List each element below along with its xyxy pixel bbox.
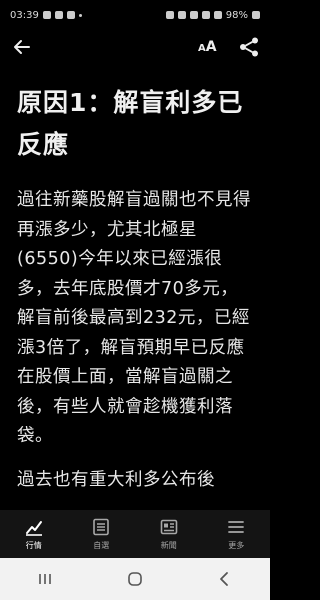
status-time: 03:39 xyxy=(10,9,39,21)
news-icon xyxy=(160,519,178,535)
font-size-button[interactable]: AA xyxy=(198,35,217,59)
chat-icon xyxy=(54,11,63,19)
signal-icon xyxy=(213,11,222,19)
nav-label: 更多 xyxy=(228,541,245,550)
nav-label: 行情 xyxy=(25,541,42,550)
home-icon[interactable] xyxy=(126,570,144,588)
status-left: 03:39 xyxy=(10,10,82,21)
section-title: 原因1：解盲利多已反應 xyxy=(17,88,244,159)
status-bar: 03:39 98% xyxy=(0,0,270,30)
battery-icon xyxy=(252,11,260,19)
nav-item-more[interactable]: 更多 xyxy=(203,510,271,558)
font-size-large-a: A xyxy=(205,39,217,55)
status-right: 98% xyxy=(165,9,260,21)
article-body: 原因1：解盲利多已反應 過往新藥股解盲過關也不見得再漲多少，尤其北極星(6550… xyxy=(0,64,270,510)
back-icon[interactable] xyxy=(216,570,234,588)
font-size-small-a: A xyxy=(198,43,206,54)
chart-icon xyxy=(25,521,42,536)
mute-icon xyxy=(177,11,186,19)
notification-icon xyxy=(42,11,51,19)
wifi-icon xyxy=(201,11,210,19)
facebook-icon xyxy=(66,11,75,19)
alarm-icon xyxy=(165,11,174,19)
more-notifications-icon xyxy=(78,13,82,17)
article-paragraph: 過去也有重大利多公布後 xyxy=(17,469,215,490)
nav-item-news[interactable]: 新聞 xyxy=(135,510,203,558)
nav-label: 新聞 xyxy=(160,541,177,550)
nav-item-market[interactable]: 行情 xyxy=(0,510,68,558)
nav-item-watchlist[interactable]: 自選 xyxy=(68,510,136,558)
app-top-bar: AA xyxy=(0,30,270,64)
share-icon[interactable] xyxy=(238,36,260,58)
menu-icon xyxy=(228,521,245,533)
system-nav-bar xyxy=(0,558,270,600)
bottom-nav: 行情 自選 新聞 更多 xyxy=(0,510,270,558)
back-arrow-icon[interactable] xyxy=(12,37,32,57)
article-paragraph: 過往新藥股解盲過關也不見得再漲多少，尤其北極星(6550)今年以來已經漲很多，去… xyxy=(17,190,251,446)
location-icon xyxy=(189,11,198,19)
battery-percent: 98% xyxy=(225,9,248,21)
recent-apps-icon[interactable] xyxy=(36,570,54,588)
nav-label: 自選 xyxy=(93,541,110,550)
list-icon xyxy=(93,518,110,536)
